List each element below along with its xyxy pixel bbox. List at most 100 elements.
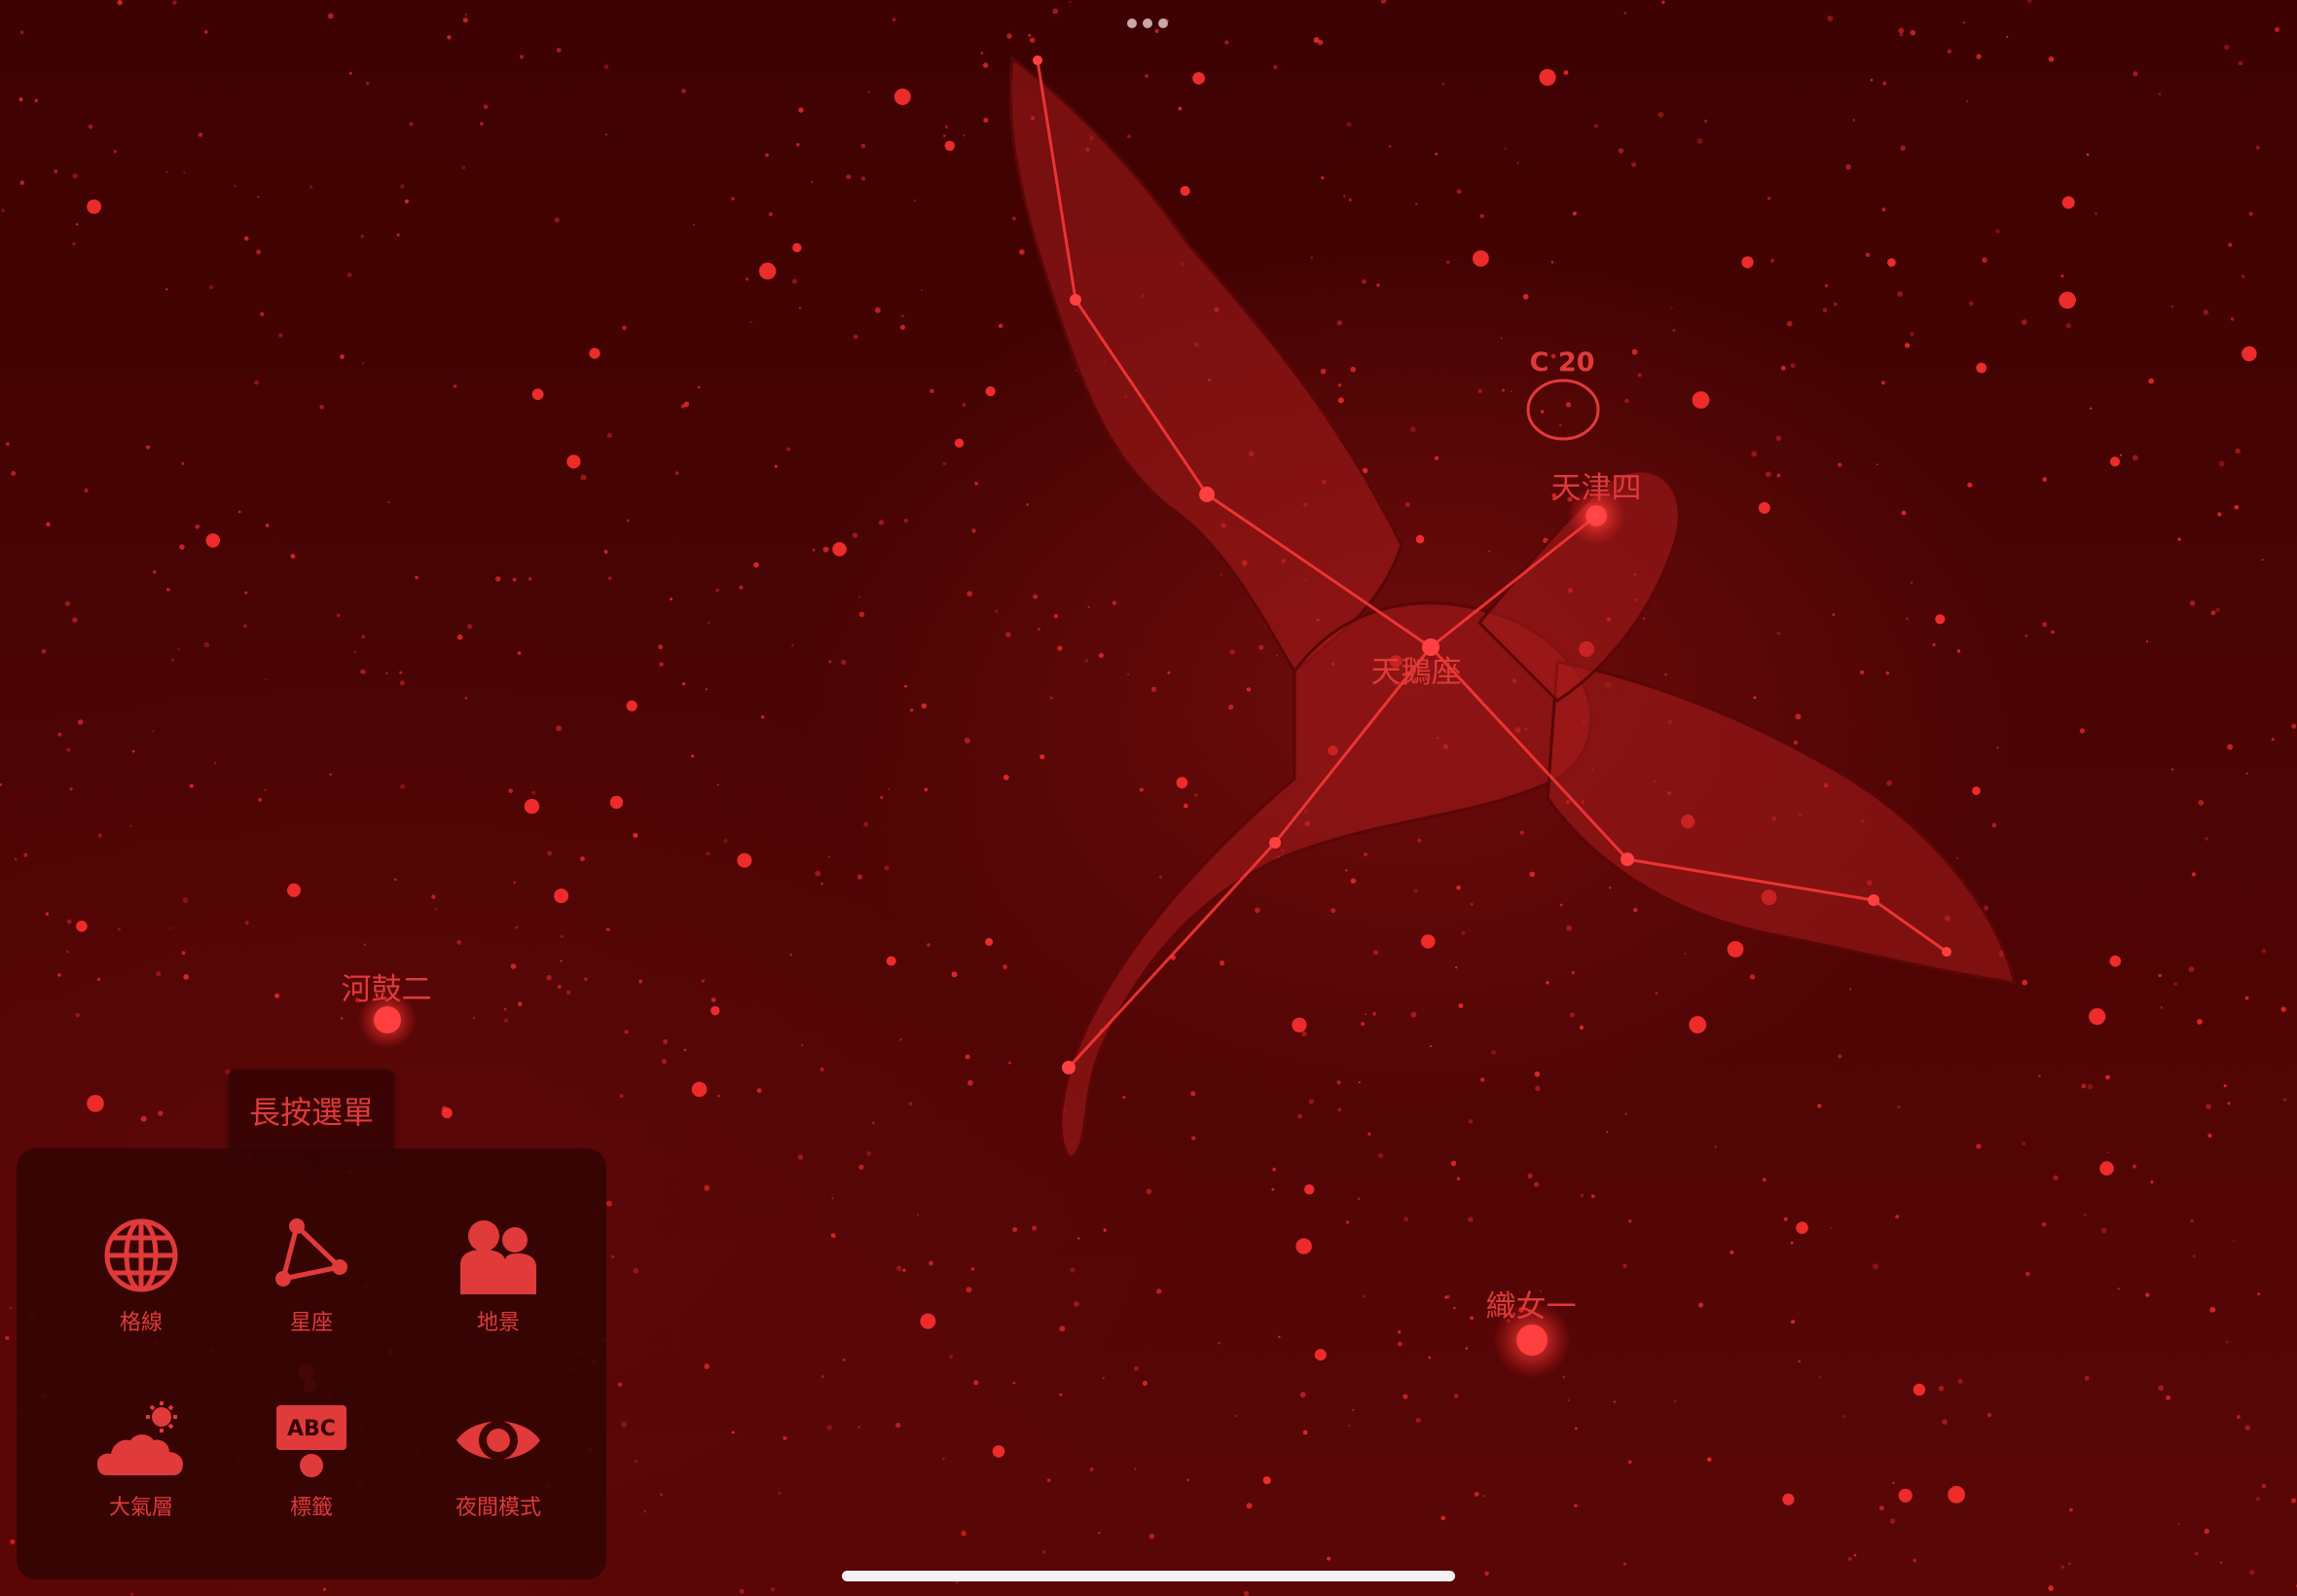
menu-item-constellations[interactable]: 星座 (219, 1212, 404, 1358)
label-hegu-er[interactable]: 河鼓二 (342, 964, 432, 1008)
background-star (2060, 1565, 2064, 1569)
background-star (822, 546, 829, 553)
background-star (1388, 145, 1392, 148)
background-star (681, 682, 686, 686)
background-star (962, 403, 966, 407)
background-star (1502, 388, 1505, 392)
background-star (84, 488, 89, 493)
background-star (2069, 1507, 2073, 1512)
background-star (1516, 162, 1519, 164)
background-star (340, 354, 345, 359)
background-star (670, 598, 673, 601)
background-star (503, 1018, 509, 1023)
background-star (1898, 27, 1905, 34)
background-star (2271, 738, 2275, 742)
background-star (1790, 363, 1796, 369)
background-star (1299, 1392, 1306, 1398)
background-star (75, 223, 79, 226)
background-star (1026, 503, 1029, 506)
background-star (1127, 673, 1130, 675)
background-star (1967, 482, 1973, 488)
label-cygnus[interactable]: 天鵝座 (1371, 647, 1462, 691)
background-star (812, 548, 816, 552)
background-star (697, 385, 701, 389)
background-star (1004, 632, 1011, 637)
background-star (1798, 1360, 1801, 1362)
background-star (880, 796, 884, 799)
quick-settings-menu: 格線 星座 地景 大氣層 ABC 標籤 夜間模式 (17, 1148, 606, 1579)
background-star (2291, 723, 2297, 729)
background-star (2081, 1083, 2087, 1089)
background-star (396, 233, 400, 236)
background-star (1956, 649, 1961, 653)
background-star (1271, 1187, 1275, 1191)
background-star (778, 1492, 782, 1495)
background-star (1898, 1488, 1913, 1503)
background-star (820, 1067, 824, 1072)
background-star (704, 1363, 710, 1369)
background-star (1674, 1399, 1677, 1402)
background-star (152, 570, 157, 574)
ellipsis-icon[interactable] (1127, 18, 1168, 28)
background-star (626, 700, 638, 711)
background-star (2209, 1307, 2216, 1313)
background-star (2215, 607, 2220, 613)
background-star (1827, 16, 1834, 21)
label-c20[interactable]: C 20 (1530, 347, 1595, 378)
background-star (346, 272, 352, 278)
background-star (1337, 397, 1344, 404)
background-star (1278, 1335, 1281, 1339)
background-star (2235, 448, 2241, 454)
background-star (1234, 1414, 1237, 1418)
background-star (1795, 713, 1802, 720)
background-star (1887, 258, 1896, 268)
background-star (1889, 1518, 1896, 1524)
background-star (716, 783, 719, 786)
menu-item-atmosphere[interactable]: 大氣層 (49, 1396, 234, 1542)
background-star (1465, 1347, 1469, 1350)
background-star (234, 185, 237, 188)
label-vega[interactable]: 織女一 (1486, 1282, 1577, 1325)
background-star (1098, 653, 1104, 659)
background-star (189, 783, 194, 788)
label-deneb[interactable]: 天津四 (1551, 463, 1642, 507)
background-star (711, 1005, 720, 1016)
background-star (860, 143, 866, 149)
background-star (1529, 871, 1535, 877)
background-star (2223, 1084, 2227, 1088)
background-star (896, 1265, 902, 1272)
background-star (1186, 1478, 1189, 1482)
background-star (2022, 1142, 2026, 1145)
background-star (1982, 257, 1987, 263)
background-star (0, 782, 3, 786)
background-star (797, 1154, 804, 1160)
menu-item-night-mode[interactable]: 夜間模式 (406, 1396, 591, 1542)
background-star (19, 180, 24, 185)
background-star (179, 544, 185, 550)
background-star (524, 798, 540, 815)
background-star (1228, 704, 1234, 710)
background-star (2192, 1254, 2196, 1258)
background-star (1336, 320, 1342, 326)
home-indicator[interactable] (842, 1571, 1455, 1581)
background-star (621, 1421, 627, 1428)
background-star (1220, 573, 1222, 576)
background-star (512, 577, 517, 582)
background-star (1103, 1228, 1107, 1232)
background-star (723, 839, 728, 843)
background-star (2084, 1375, 2090, 1381)
background-star (2241, 274, 2245, 278)
background-star (566, 990, 571, 995)
background-star (884, 865, 890, 871)
landscape-people-icon (450, 1212, 547, 1299)
menu-item-labels[interactable]: ABC 標籤 (219, 1396, 404, 1542)
background-star (1089, 1467, 1094, 1471)
menu-item-landscape[interactable]: 地景 (406, 1212, 591, 1358)
menu-item-grid[interactable]: 格線 (49, 1212, 234, 1358)
background-star (2218, 460, 2225, 467)
background-star (1139, 787, 1144, 792)
background-star (2160, 1006, 2164, 1009)
background-star (2025, 1271, 2030, 1277)
background-star (1434, 455, 1440, 460)
background-star (2232, 1240, 2235, 1243)
